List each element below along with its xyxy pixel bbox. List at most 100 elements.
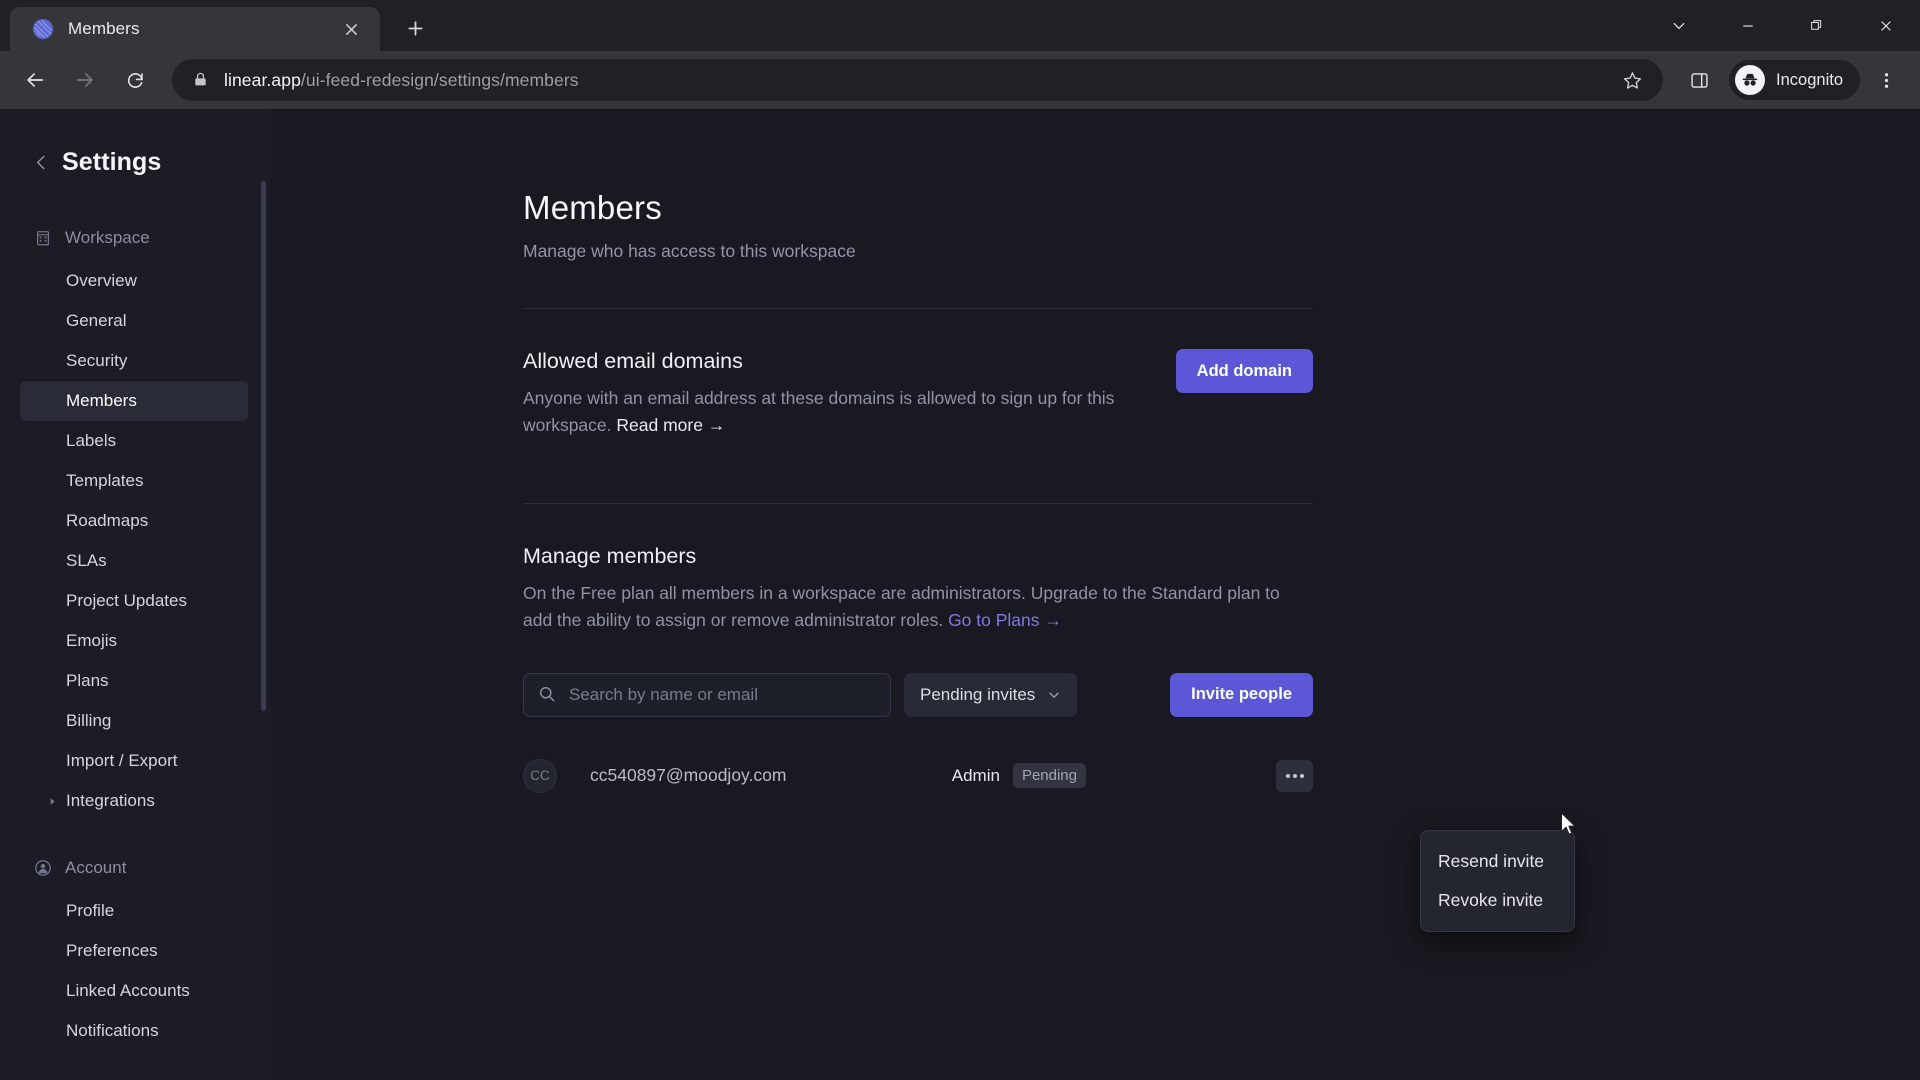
forward-arrow-icon[interactable] bbox=[62, 57, 108, 103]
filter-label: Pending invites bbox=[920, 684, 1036, 704]
sidebar-item-label: Billing bbox=[66, 711, 112, 730]
manage-members-description: On the Free plan all members in a worksp… bbox=[523, 580, 1293, 634]
allowed-domains-section: Allowed email domains Anyone with an ema… bbox=[523, 309, 1313, 439]
sidebar-item-labels[interactable]: Labels bbox=[20, 421, 248, 461]
search-icon bbox=[538, 685, 557, 704]
sidebar-item-integrations[interactable]: Integrations bbox=[20, 781, 248, 821]
menu-item-resend-invite[interactable]: Resend invite bbox=[1421, 842, 1574, 881]
linear-logo-icon bbox=[32, 18, 54, 40]
sidebar-item-security[interactable]: Security bbox=[20, 341, 248, 381]
sidebar-item-label: General bbox=[66, 311, 127, 330]
tab-strip: Members bbox=[0, 0, 1920, 51]
members-settings-content: Members Manage who has access to this wo… bbox=[523, 109, 1313, 797]
url-path: /ui-feed-redesign/settings/members bbox=[300, 69, 579, 90]
sidebar-item-billing[interactable]: Billing bbox=[20, 701, 248, 741]
url-host: linear.app bbox=[224, 69, 301, 90]
page-content: Settings Workspace Overview General Secu… bbox=[0, 109, 1920, 1080]
sidebar-item-plans[interactable]: Plans bbox=[20, 661, 248, 701]
sidebar-item-roadmaps[interactable]: Roadmaps bbox=[20, 501, 248, 541]
settings-sidebar: Settings Workspace Overview General Secu… bbox=[0, 109, 270, 1080]
dot bbox=[1292, 773, 1297, 778]
window-controls bbox=[1644, 0, 1920, 51]
pending-invites-filter[interactable]: Pending invites bbox=[904, 672, 1078, 717]
read-more-link[interactable]: Read more → bbox=[616, 415, 725, 435]
go-to-plans-link[interactable]: Go to Plans → bbox=[948, 610, 1062, 630]
sidebar-item-label: Preferences bbox=[66, 941, 158, 960]
sidebar-header: Settings bbox=[0, 141, 270, 183]
menu-item-revoke-invite[interactable]: Revoke invite bbox=[1421, 881, 1574, 920]
sidebar-section-label: Workspace bbox=[65, 228, 150, 247]
dot bbox=[1299, 773, 1304, 778]
chevron-left-icon[interactable] bbox=[30, 151, 52, 173]
reload-icon[interactable] bbox=[112, 57, 158, 103]
close-icon[interactable] bbox=[336, 14, 366, 44]
star-icon[interactable] bbox=[1615, 63, 1649, 97]
lock-icon bbox=[192, 71, 210, 89]
incognito-icon bbox=[1735, 65, 1766, 95]
sidebar-item-templates[interactable]: Templates bbox=[20, 461, 248, 501]
sidebar-item-label: Security bbox=[66, 351, 128, 370]
side-panel-icon[interactable] bbox=[1677, 58, 1721, 102]
manage-members-description-text: On the Free plan all members in a worksp… bbox=[523, 583, 1280, 631]
sidebar-item-project-updates[interactable]: Project Updates bbox=[20, 581, 248, 621]
three-dot-menu-icon[interactable] bbox=[1864, 58, 1908, 102]
members-subheading: Manage who has access to this workspace bbox=[523, 241, 856, 261]
sidebar-item-label: Integrations bbox=[66, 791, 155, 810]
allowed-domains-title: Allowed email domains bbox=[523, 349, 743, 373]
allowed-domains-description: Anyone with an email address at these do… bbox=[523, 385, 1123, 439]
back-arrow-icon[interactable] bbox=[12, 57, 58, 103]
sidebar-item-label: Labels bbox=[66, 431, 117, 450]
sidebar-item-members[interactable]: Members bbox=[20, 381, 248, 421]
row-more-options-button[interactable] bbox=[1276, 759, 1313, 792]
sidebar-section-workspace: Workspace Overview General Security Memb… bbox=[0, 219, 270, 1051]
tab-search-icon[interactable] bbox=[1644, 0, 1713, 51]
browser-tab[interactable]: Members bbox=[10, 7, 380, 51]
minimize-icon[interactable] bbox=[1713, 0, 1782, 51]
caret-right-icon[interactable] bbox=[46, 795, 58, 807]
sidebar-item-notifications[interactable]: Notifications bbox=[20, 1011, 248, 1051]
address-bar[interactable]: linear.app/ui-feed-redesign/settings/mem… bbox=[172, 59, 1664, 101]
sidebar-item-general[interactable]: General bbox=[20, 301, 248, 341]
member-email: cc540897@moodjoy.com bbox=[590, 765, 787, 785]
sidebar-item-label: Import / Export bbox=[66, 751, 178, 770]
mouse-cursor bbox=[1560, 812, 1577, 837]
person-circle-icon bbox=[33, 859, 52, 878]
sidebar-item-emojis[interactable]: Emojis bbox=[20, 621, 248, 661]
sidebar-item-slas[interactable]: SLAs bbox=[20, 541, 248, 581]
sidebar-item-label: Plans bbox=[66, 671, 109, 690]
sidebar-scrollbar[interactable] bbox=[261, 181, 266, 711]
profile-incognito-button[interactable]: Incognito bbox=[1729, 60, 1860, 100]
members-toolbar: Search by name or email Pending invites bbox=[523, 672, 1313, 717]
invite-people-button[interactable]: Invite people bbox=[1170, 672, 1313, 717]
sidebar-item-label: Project Updates bbox=[66, 591, 187, 610]
sidebar-item-profile[interactable]: Profile bbox=[20, 891, 248, 931]
sidebar-item-label: Templates bbox=[66, 471, 144, 490]
building-icon bbox=[33, 229, 52, 248]
sidebar-item-overview[interactable]: Overview bbox=[20, 261, 248, 301]
sidebar-section-label: Account bbox=[65, 858, 127, 877]
sidebar-item-label: SLAs bbox=[66, 551, 107, 570]
status-badge: Pending bbox=[1012, 763, 1086, 788]
sidebar-item-import-export[interactable]: Import / Export bbox=[20, 741, 248, 781]
row-context-menu: Resend invite Revoke invite bbox=[1420, 830, 1575, 932]
sidebar-item-label: Notifications bbox=[66, 1021, 159, 1040]
close-window-icon[interactable] bbox=[1851, 0, 1920, 51]
sidebar-section-header-workspace: Workspace bbox=[20, 219, 248, 257]
dot bbox=[1285, 773, 1290, 778]
allowed-domains-description-text: Anyone with an email address at these do… bbox=[523, 388, 1115, 436]
sidebar-item-label: Overview bbox=[66, 271, 137, 290]
sidebar-item-linked-accounts[interactable]: Linked Accounts bbox=[20, 971, 248, 1011]
sidebar-item-preferences[interactable]: Preferences bbox=[20, 931, 248, 971]
members-heading: Members bbox=[523, 189, 662, 226]
add-domain-button[interactable]: Add domain bbox=[1175, 349, 1313, 393]
sidebar-item-label: Members bbox=[66, 391, 137, 410]
sidebar-item-label: Linked Accounts bbox=[66, 981, 190, 1000]
profile-label: Incognito bbox=[1776, 70, 1843, 89]
search-input[interactable]: Search by name or email bbox=[523, 672, 891, 717]
manage-members-title: Manage members bbox=[523, 544, 697, 569]
new-tab-icon[interactable] bbox=[394, 7, 436, 49]
browser-toolbar: linear.app/ui-feed-redesign/settings/mem… bbox=[0, 51, 1920, 109]
restore-icon[interactable] bbox=[1782, 0, 1851, 51]
manage-members-section: Manage members On the Free plan all memb… bbox=[523, 504, 1313, 796]
